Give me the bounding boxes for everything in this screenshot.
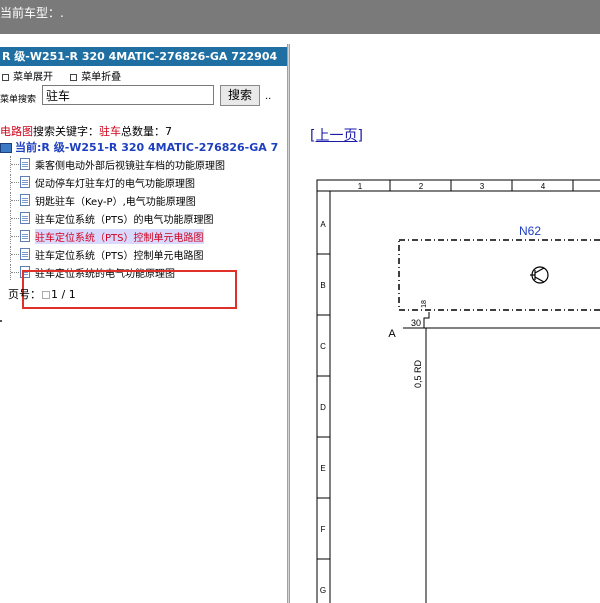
category-label: 电路图 [0,125,33,138]
column-number: 3 [480,182,485,191]
connector-letter: A [388,328,396,340]
keyword-value: 驻车 [99,125,121,138]
row-letter: F [321,525,326,534]
row-letter: E [320,464,325,473]
column-number: 2 [419,182,424,191]
tree-item-label: 驻车定位系统（PTS）的电气功能原理图 [35,215,214,226]
menu-collapse-label: 菜单折叠 [81,72,122,83]
title-bar: 当前车型：. [0,0,600,34]
search-button[interactable]: 搜索 [220,85,260,106]
document-icon [20,212,30,224]
current-vehicle-node[interactable]: 当前:R 级-W251-R 320 4MATIC-276826-GA 7 [0,139,278,155]
pin-bracket [423,312,430,328]
row-letter: G [320,586,326,595]
row-letter: A [320,220,326,229]
square-icon [70,73,78,81]
document-icon [20,176,30,188]
pager: 页号： 1 / 1 [8,286,76,302]
total-value: 7 [165,125,172,138]
pin-top-label: 18 [421,300,428,308]
menu-toggle-row: 菜单展开 菜单折叠 [0,68,121,83]
document-icon [20,194,30,206]
tree-item-label: 钥匙驻车（Key-P）,电气功能原理图 [35,197,196,208]
column-number: 1 [358,182,363,191]
menu-collapse-button[interactable]: 菜单折叠 [68,68,121,83]
square-icon [2,73,9,81]
document-icon [20,248,30,260]
top-strip [0,34,600,44]
tree-item-label: 驻车定位系统（PTS）控制单元电路图 [35,229,204,244]
current-model-title: 当前车型：. [0,6,64,20]
tree-item-label: 促动停车灯驻车灯的电气功能原理图 [35,179,195,190]
current-vehicle-label: 当前:R 级-W251-R 320 4MATIC-276826-GA 7 [15,141,279,154]
pager-value: 1 / 1 [51,288,76,301]
search-input[interactable] [42,85,214,105]
column-number: 4 [541,182,546,191]
tree-item-label: 乘客侧电动外部后视镜驻车档的功能原理图 [35,161,225,172]
pin-number: 30 [411,318,421,328]
document-icon [20,230,30,242]
row-letter: D [320,403,326,412]
left-pane: R 级-W251-R 320 4MATIC-276826-GA 722904 菜… [0,44,287,603]
keyword-caption: 搜索关键字： [33,125,99,138]
row-letter: C [320,342,326,351]
pager-label: 页号： [8,288,41,301]
total-caption: 总数量： [121,125,165,138]
transistor-collector [534,267,545,274]
tree-item-label: 驻车定位系统（PTS）控制单元电路图 [35,251,204,262]
diagram-frame [316,179,600,603]
wiring-diagram: 1 2 3 4 A B C D E F G N62 A 30 18 0,5 RD [316,179,600,603]
component-label: N62 [519,224,541,238]
page-checkbox[interactable] [42,291,50,299]
search-extra: .. [265,91,272,102]
bullet-dot [0,320,2,322]
row-letter: B [320,281,325,290]
diagram-viewer: [上一页] 1 2 3 4 A B C D E F G N62 A 30 18 … [290,44,600,603]
document-icon [20,158,30,170]
computer-icon [0,143,12,153]
menu-expand-button[interactable]: 菜单展开 [0,68,53,83]
vehicle-name-bar: R 级-W251-R 320 4MATIC-276826-GA 722904 [0,47,287,66]
search-label: 菜单搜索 [0,95,37,105]
component-box [398,239,600,311]
search-summary: 电路图搜索关键字：驻车总数量：7 [0,123,172,139]
transistor-emitter [534,276,545,283]
wire-label: 0,5 RD [413,359,423,388]
menu-expand-label: 菜单展开 [13,72,53,83]
